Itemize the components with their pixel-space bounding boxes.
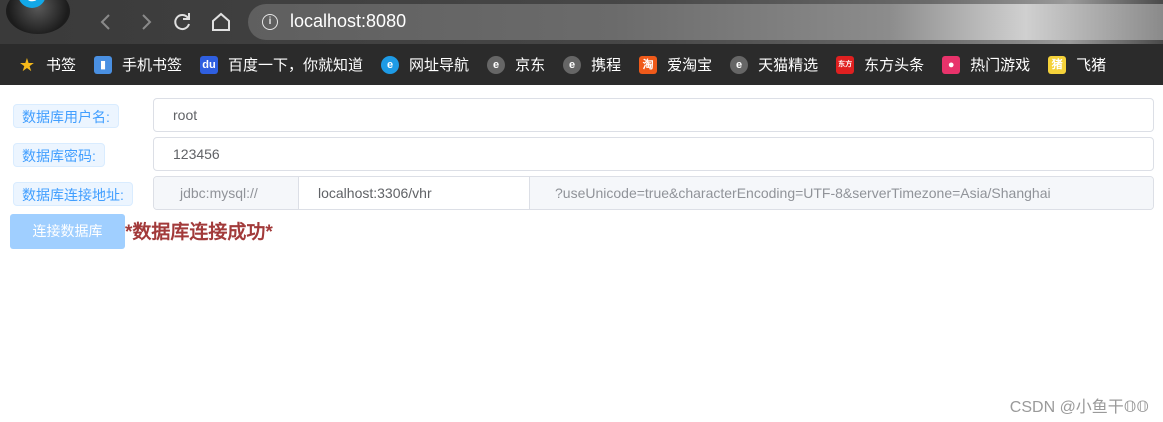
bookmark-label: 手机书签 bbox=[122, 57, 183, 74]
bookmark-label: 天猫精选 bbox=[758, 57, 819, 74]
url-input[interactable]: localhost:3306/vhr bbox=[299, 177, 530, 209]
info-icon[interactable]: i bbox=[262, 14, 278, 30]
back-icon[interactable] bbox=[94, 10, 118, 34]
bookmark-item[interactable]: 东方 东方头条 bbox=[836, 44, 924, 85]
dongfang-icon: 东方 bbox=[836, 55, 855, 74]
bookmark-label: 百度一下，你就知道 bbox=[228, 57, 364, 74]
bookmark-item[interactable]: e 天猫精选 bbox=[730, 44, 818, 85]
username-input[interactable]: root bbox=[153, 98, 1154, 132]
ie-gray-icon: e bbox=[730, 55, 749, 74]
bookmark-label: 爱淘宝 bbox=[667, 57, 713, 74]
bookmark-item[interactable]: ● 热门游戏 bbox=[942, 44, 1030, 85]
browser-toolbar: e i localhost:8080 bbox=[0, 0, 1163, 44]
url-prefix: jdbc:mysql:// bbox=[154, 177, 299, 209]
taobao-icon: 淘 bbox=[639, 55, 658, 74]
bookmark-item[interactable]: e 京东 bbox=[487, 44, 545, 85]
bookmark-label: 热门游戏 bbox=[970, 57, 1031, 74]
username-label: 数据库用户名: bbox=[13, 104, 119, 128]
connect-button[interactable]: 连接数据库 bbox=[10, 214, 125, 249]
url-suffix: ?useUnicode=true&characterEncoding=UTF-8… bbox=[530, 177, 1153, 209]
bookmark-label: 书签 bbox=[46, 57, 77, 74]
bookmark-label: 携程 bbox=[591, 57, 622, 74]
reload-icon[interactable] bbox=[170, 10, 194, 34]
bookmark-label: 东方头条 bbox=[864, 57, 925, 74]
bookmark-item[interactable]: 猪飞猪 bbox=[1048, 44, 1106, 85]
bookmark-item[interactable]: ★ 书签 bbox=[18, 44, 76, 85]
password-input[interactable]: 123456 bbox=[153, 137, 1154, 171]
bookmark-item[interactable]: e 网址导航 bbox=[381, 44, 469, 85]
fliggy-icon: 猪 bbox=[1048, 55, 1067, 74]
status-message: *数据库连接成功* bbox=[125, 222, 273, 243]
password-label: 数据库密码: bbox=[13, 143, 105, 167]
game-icon: ● bbox=[942, 55, 961, 74]
address-text: localhost:8080 bbox=[290, 11, 407, 31]
bookmark-label: 飞猪 bbox=[1076, 57, 1107, 74]
bookmark-label: 网址导航 bbox=[409, 57, 470, 74]
browser-logo: e bbox=[6, 0, 70, 34]
url-label: 数据库连接地址: bbox=[13, 182, 133, 206]
ie-icon: e bbox=[381, 55, 400, 74]
address-bar[interactable]: i localhost:8080 bbox=[248, 4, 1163, 40]
forward-icon[interactable] bbox=[134, 10, 158, 34]
browser-e-icon: e bbox=[18, 0, 46, 8]
url-input-group: jdbc:mysql:// localhost:3306/vhr ?useUni… bbox=[153, 176, 1154, 210]
watermark: CSDN @小鱼干𝕆𝕆 bbox=[1009, 399, 1149, 416]
phone-bookmark-icon: ▮ bbox=[94, 55, 113, 74]
bookmark-item[interactable]: e 携程 bbox=[563, 44, 621, 85]
bookmark-item[interactable]: 淘爱淘宝 bbox=[639, 44, 712, 85]
bookmark-item[interactable]: du 百度一下，你就知道 bbox=[200, 44, 363, 85]
ie-gray-icon: e bbox=[563, 55, 582, 74]
bookmark-label: 京东 bbox=[515, 57, 546, 74]
home-icon[interactable] bbox=[209, 10, 233, 34]
baidu-icon: du bbox=[200, 55, 219, 74]
bookmark-item[interactable]: ▮ 手机书签 bbox=[94, 44, 182, 85]
star-icon: ★ bbox=[18, 54, 36, 75]
bookmarks-bar: ★ 书签 ▮ 手机书签 du 百度一下，你就知道 e 网址导航 e 京东 e 携程淘爱淘宝 e 天猫精选东… bbox=[0, 44, 1163, 85]
ie-gray-icon: e bbox=[487, 55, 506, 74]
